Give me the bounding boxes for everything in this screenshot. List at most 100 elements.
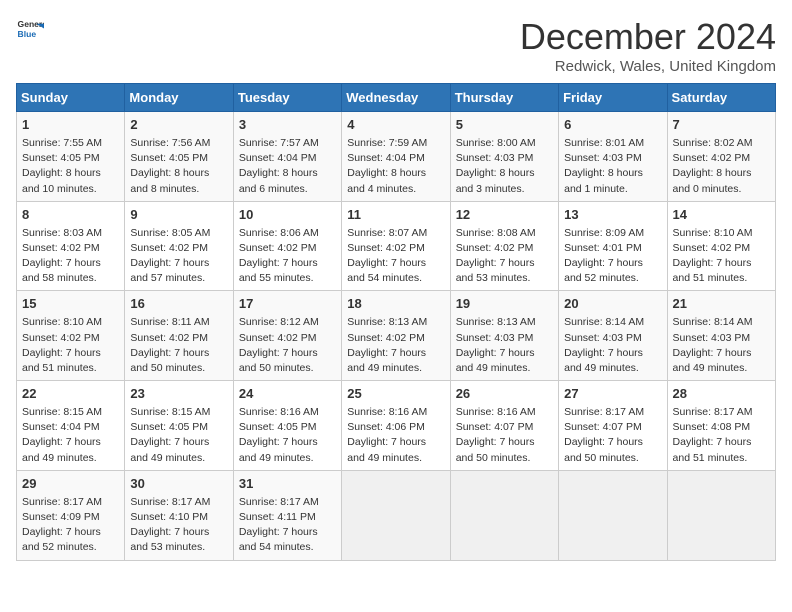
day-info-line: and 49 minutes. [22, 451, 119, 466]
day-info-line: Sunset: 4:04 PM [347, 151, 444, 166]
day-info-line: Daylight: 7 hours [22, 435, 119, 450]
day-info-line: Daylight: 8 hours [564, 166, 661, 181]
day-info-line: and 8 minutes. [130, 182, 227, 197]
day-info-line: Sunrise: 8:06 AM [239, 226, 336, 241]
day-info-line: Sunset: 4:02 PM [456, 241, 553, 256]
calendar-cell: 29Sunrise: 8:17 AMSunset: 4:09 PMDayligh… [17, 470, 125, 560]
calendar-table: SundayMondayTuesdayWednesdayThursdayFrid… [16, 83, 776, 561]
day-info-line: Sunrise: 8:17 AM [22, 495, 119, 510]
day-info-line: Daylight: 7 hours [456, 256, 553, 271]
day-info-line: and 55 minutes. [239, 271, 336, 286]
day-info-line: and 3 minutes. [456, 182, 553, 197]
calendar-cell: 13Sunrise: 8:09 AMSunset: 4:01 PMDayligh… [559, 201, 667, 291]
day-info-line: Sunrise: 8:14 AM [564, 315, 661, 330]
calendar-cell: 3Sunrise: 7:57 AMSunset: 4:04 PMDaylight… [233, 112, 341, 202]
day-number: 15 [22, 295, 119, 314]
calendar-cell: 26Sunrise: 8:16 AMSunset: 4:07 PMDayligh… [450, 381, 558, 471]
day-info-line: Sunrise: 7:55 AM [22, 136, 119, 151]
day-info-line: Daylight: 7 hours [22, 256, 119, 271]
day-info-line: Sunrise: 8:13 AM [347, 315, 444, 330]
day-info-line: Daylight: 7 hours [347, 256, 444, 271]
day-info-line: Sunrise: 8:12 AM [239, 315, 336, 330]
day-info-line: and 52 minutes. [564, 271, 661, 286]
day-info-line: Daylight: 7 hours [130, 346, 227, 361]
day-info-line: Sunrise: 8:15 AM [130, 405, 227, 420]
day-info-line: Sunset: 4:02 PM [239, 241, 336, 256]
day-info-line: Daylight: 7 hours [673, 346, 770, 361]
calendar-cell: 27Sunrise: 8:17 AMSunset: 4:07 PMDayligh… [559, 381, 667, 471]
day-number: 7 [673, 116, 770, 135]
calendar-cell: 2Sunrise: 7:56 AMSunset: 4:05 PMDaylight… [125, 112, 233, 202]
calendar-cell: 16Sunrise: 8:11 AMSunset: 4:02 PMDayligh… [125, 291, 233, 381]
day-info-line: Sunset: 4:08 PM [673, 420, 770, 435]
week-row-4: 22Sunrise: 8:15 AMSunset: 4:04 PMDayligh… [17, 381, 776, 471]
day-info-line: Sunrise: 8:07 AM [347, 226, 444, 241]
day-info-line: and 53 minutes. [130, 540, 227, 555]
day-number: 9 [130, 206, 227, 225]
day-info-line: and 58 minutes. [22, 271, 119, 286]
day-info-line: Daylight: 7 hours [130, 435, 227, 450]
calendar-cell [450, 470, 558, 560]
header: General Blue December 2024 Redwick, Wale… [16, 16, 776, 75]
day-number: 8 [22, 206, 119, 225]
svg-text:Blue: Blue [18, 29, 37, 39]
week-row-2: 8Sunrise: 8:03 AMSunset: 4:02 PMDaylight… [17, 201, 776, 291]
calendar-title: December 2024 [520, 16, 776, 58]
day-info-line: Sunrise: 8:16 AM [239, 405, 336, 420]
column-header-sunday: Sunday [17, 84, 125, 112]
day-info-line: Daylight: 8 hours [239, 166, 336, 181]
calendar-cell: 4Sunrise: 7:59 AMSunset: 4:04 PMDaylight… [342, 112, 450, 202]
day-number: 18 [347, 295, 444, 314]
day-info-line: Daylight: 7 hours [564, 346, 661, 361]
day-info-line: and 51 minutes. [673, 451, 770, 466]
day-info-line: Sunrise: 8:05 AM [130, 226, 227, 241]
calendar-cell: 30Sunrise: 8:17 AMSunset: 4:10 PMDayligh… [125, 470, 233, 560]
column-header-tuesday: Tuesday [233, 84, 341, 112]
calendar-cell: 23Sunrise: 8:15 AMSunset: 4:05 PMDayligh… [125, 381, 233, 471]
day-number: 1 [22, 116, 119, 135]
day-number: 26 [456, 385, 553, 404]
day-info-line: and 52 minutes. [22, 540, 119, 555]
calendar-cell: 8Sunrise: 8:03 AMSunset: 4:02 PMDaylight… [17, 201, 125, 291]
day-info-line: and 51 minutes. [22, 361, 119, 376]
day-info-line: Daylight: 7 hours [347, 435, 444, 450]
day-number: 19 [456, 295, 553, 314]
calendar-cell: 1Sunrise: 7:55 AMSunset: 4:05 PMDaylight… [17, 112, 125, 202]
title-block: December 2024 Redwick, Wales, United Kin… [520, 16, 776, 75]
day-info-line: Sunrise: 8:09 AM [564, 226, 661, 241]
day-info-line: Daylight: 8 hours [673, 166, 770, 181]
day-info-line: and 57 minutes. [130, 271, 227, 286]
day-info-line: Sunset: 4:02 PM [673, 241, 770, 256]
day-info-line: and 54 minutes. [347, 271, 444, 286]
day-info-line: Sunrise: 8:15 AM [22, 405, 119, 420]
column-header-saturday: Saturday [667, 84, 775, 112]
day-info-line: and 50 minutes. [456, 451, 553, 466]
week-row-5: 29Sunrise: 8:17 AMSunset: 4:09 PMDayligh… [17, 470, 776, 560]
day-info-line: and 51 minutes. [673, 271, 770, 286]
day-info-line: Sunrise: 8:08 AM [456, 226, 553, 241]
day-number: 29 [22, 475, 119, 494]
calendar-header-row: SundayMondayTuesdayWednesdayThursdayFrid… [17, 84, 776, 112]
day-info-line: Sunset: 4:07 PM [456, 420, 553, 435]
day-info-line: Sunrise: 8:02 AM [673, 136, 770, 151]
day-info-line: and 49 minutes. [239, 451, 336, 466]
calendar-cell: 17Sunrise: 8:12 AMSunset: 4:02 PMDayligh… [233, 291, 341, 381]
calendar-cell [342, 470, 450, 560]
day-info-line: Sunset: 4:01 PM [564, 241, 661, 256]
day-info-line: Daylight: 7 hours [673, 256, 770, 271]
calendar-cell: 7Sunrise: 8:02 AMSunset: 4:02 PMDaylight… [667, 112, 775, 202]
day-info-line: Daylight: 7 hours [456, 435, 553, 450]
day-info-line: and 1 minute. [564, 182, 661, 197]
day-number: 13 [564, 206, 661, 225]
day-info-line: Sunset: 4:05 PM [239, 420, 336, 435]
day-info-line: Daylight: 7 hours [22, 525, 119, 540]
day-info-line: Sunset: 4:02 PM [130, 241, 227, 256]
day-info-line: Sunset: 4:07 PM [564, 420, 661, 435]
calendar-cell: 11Sunrise: 8:07 AMSunset: 4:02 PMDayligh… [342, 201, 450, 291]
week-row-3: 15Sunrise: 8:10 AMSunset: 4:02 PMDayligh… [17, 291, 776, 381]
day-info-line: and 49 minutes. [347, 451, 444, 466]
day-number: 16 [130, 295, 227, 314]
column-header-monday: Monday [125, 84, 233, 112]
calendar-cell: 15Sunrise: 8:10 AMSunset: 4:02 PMDayligh… [17, 291, 125, 381]
day-info-line: Sunset: 4:02 PM [22, 331, 119, 346]
